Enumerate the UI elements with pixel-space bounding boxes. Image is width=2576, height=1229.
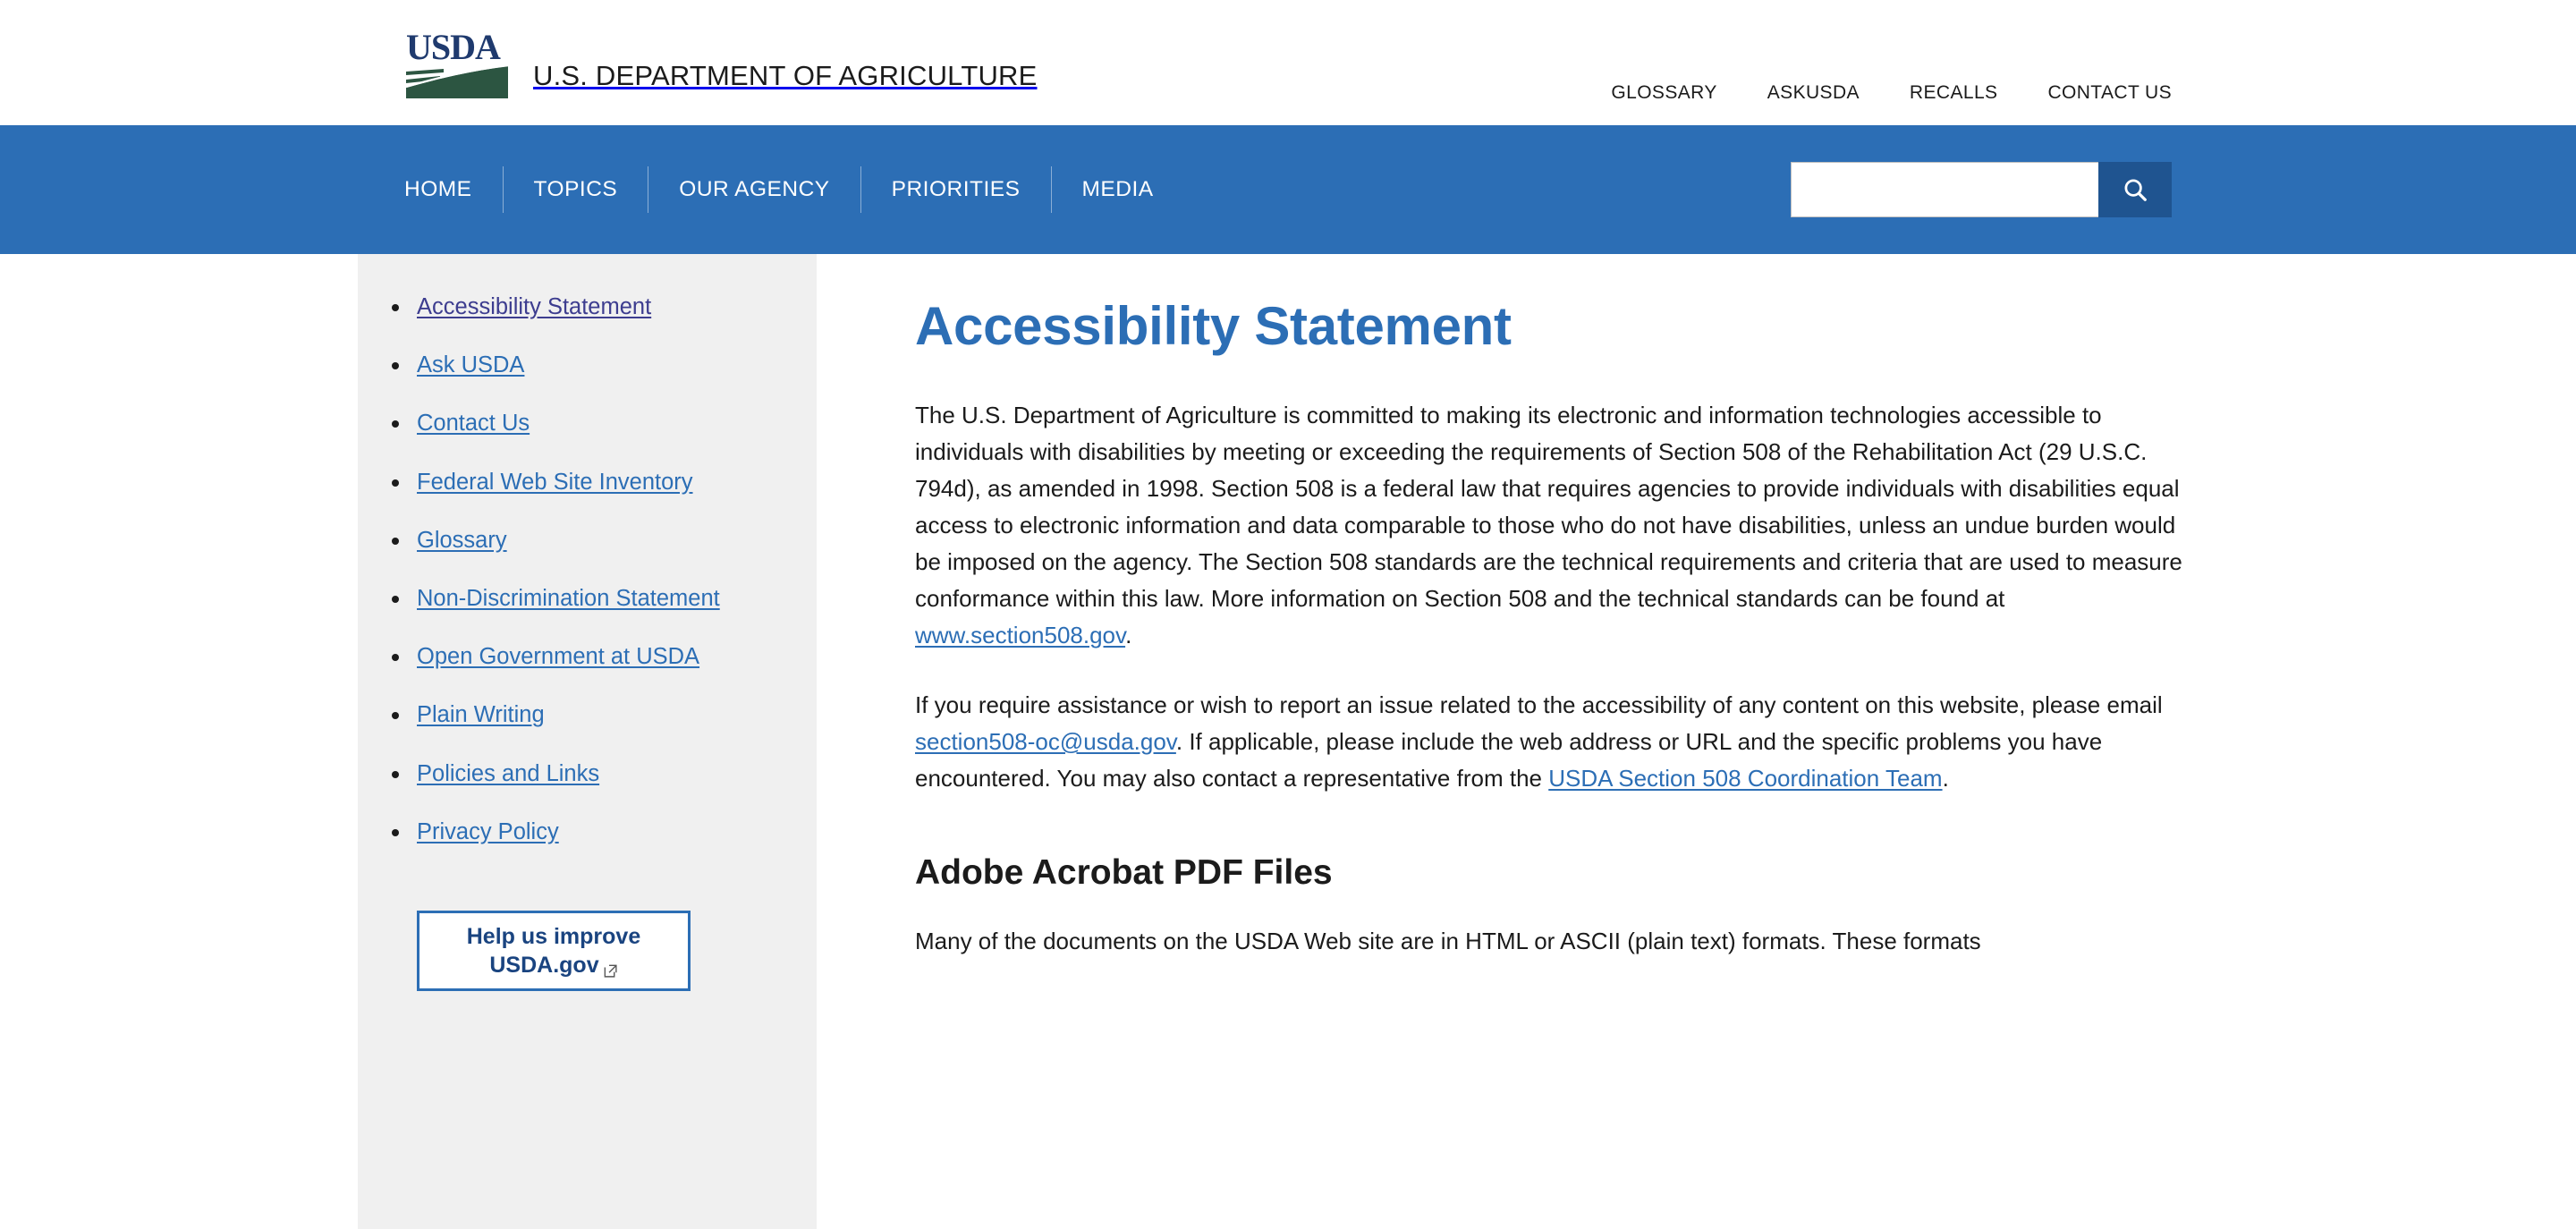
left-gutter [0,254,358,1229]
site-search [1791,162,2172,217]
utility-navigation: GLOSSARY ASKUSDA RECALLS CONTACT US [1586,82,2172,104]
list-item: Non-Discrimination Statement [417,583,781,614]
sidebar-list: Accessibility Statement Ask USDA Contact… [358,292,817,848]
sidebar-item-federal-web-site-inventory[interactable]: Federal Web Site Inventory [417,470,693,495]
sidebar-item-glossary[interactable]: Glossary [417,528,507,553]
sidebar-navigation: Accessibility Statement Ask USDA Contact… [358,254,817,1229]
search-icon [2122,176,2148,203]
list-item: Policies and Links [417,759,781,790]
section508-email-link[interactable]: section508-oc@usda.gov [915,728,1176,755]
assistance-paragraph: If you require assistance or wish to rep… [915,687,2185,797]
sidebar-item-non-discrimination-statement[interactable]: Non-Discrimination Statement [417,586,720,611]
help-button-line2: USDA.gov [489,951,598,979]
nav-item-topics[interactable]: TOPICS [504,166,648,213]
list-item: Contact Us [417,408,781,439]
section-heading-pdf: Adobe Acrobat PDF Files [915,852,2185,894]
intro-paragraph-tail: . [1125,622,1131,648]
list-item: Accessibility Statement [417,292,781,323]
list-item: Privacy Policy [417,817,781,848]
nav-item-priorities[interactable]: PRIORITIES [861,166,1051,213]
section508-gov-link[interactable]: www.section508.gov [915,622,1125,648]
usda-logo-icon: USDA [404,25,512,104]
intro-paragraph: The U.S. Department of Agriculture is co… [915,397,2185,655]
pdf-paragraph: Many of the documents on the USDA Web si… [915,923,2185,960]
page-title: Accessibility Statement [915,297,2185,356]
list-item: Glossary [417,525,781,556]
sidebar-item-policies-and-links[interactable]: Policies and Links [417,761,599,786]
help-button-line2-wrap: USDA.gov [489,951,617,979]
svg-text:USDA: USDA [406,27,501,67]
sidebar-item-accessibility-statement[interactable]: Accessibility Statement [417,294,651,319]
nav-item-media[interactable]: MEDIA [1052,166,1184,213]
search-input[interactable] [1791,162,2098,217]
assistance-text-part3: . [1943,765,1949,792]
site-header: USDA U.S. DEPARTMENT OF AGRICULTURE GLOS… [0,0,2576,125]
external-link-icon [603,957,618,972]
coordination-team-link[interactable]: USDA Section 508 Coordination Team [1548,765,1942,792]
utility-link-askusda[interactable]: ASKUSDA [1742,82,1885,104]
list-item: Ask USDA [417,350,781,381]
primary-nav-items: HOME TOPICS OUR AGENCY PRIORITIES MEDIA [404,125,1184,254]
sidebar-item-plain-writing[interactable]: Plain Writing [417,702,545,727]
assistance-text-part1: If you require assistance or wish to rep… [915,691,2163,718]
usda-home-logo-link[interactable]: USDA U.S. DEPARTMENT OF AGRICULTURE [404,25,1038,104]
sidebar-item-contact-us[interactable]: Contact Us [417,411,530,436]
utility-link-contact-us[interactable]: CONTACT US [2022,82,2172,104]
sidebar-item-privacy-policy[interactable]: Privacy Policy [417,819,559,844]
page-body: Accessibility Statement Ask USDA Contact… [0,254,2576,1229]
primary-navigation: HOME TOPICS OUR AGENCY PRIORITIES MEDIA [0,125,2576,254]
nav-item-our-agency[interactable]: OUR AGENCY [648,166,860,213]
agency-title: U.S. DEPARTMENT OF AGRICULTURE [533,37,1038,92]
help-us-improve-button[interactable]: Help us improve USDA.gov [417,911,691,991]
list-item: Plain Writing [417,699,781,731]
sidebar-item-open-government-at-usda[interactable]: Open Government at USDA [417,644,699,669]
list-item: Federal Web Site Inventory [417,467,781,498]
sidebar-item-ask-usda[interactable]: Ask USDA [417,352,524,377]
nav-item-home[interactable]: HOME [404,166,503,213]
main-content: Accessibility Statement The U.S. Departm… [817,254,2185,1229]
utility-link-glossary[interactable]: GLOSSARY [1586,82,1741,104]
help-button-line1: Help us improve [467,922,641,951]
utility-link-recalls[interactable]: RECALLS [1885,82,2023,104]
help-button-wrap: Help us improve USDA.gov [358,875,817,991]
search-button[interactable] [2098,162,2172,217]
intro-paragraph-text: The U.S. Department of Agriculture is co… [915,402,2182,612]
list-item: Open Government at USDA [417,641,781,673]
